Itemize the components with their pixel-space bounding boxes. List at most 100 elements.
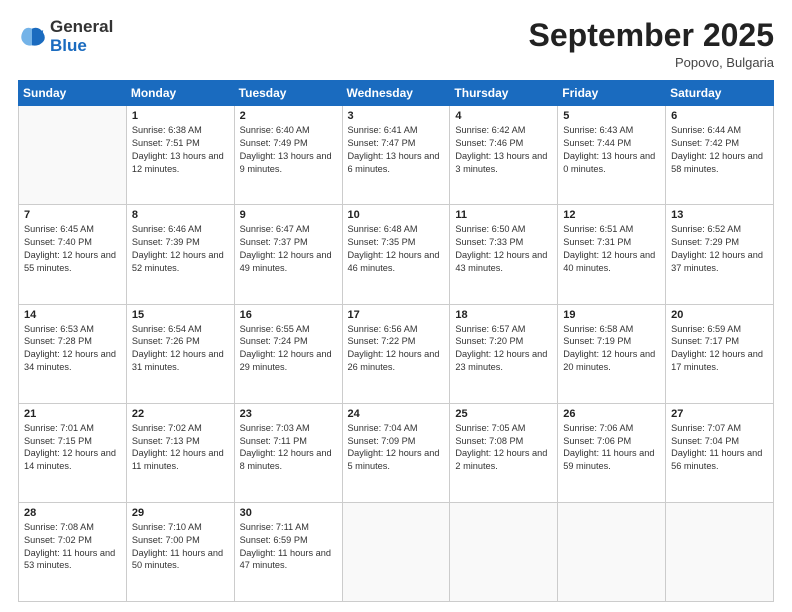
day-number: 18	[455, 309, 552, 321]
day-number: 29	[132, 507, 229, 519]
location: Popovo, Bulgaria	[529, 55, 774, 70]
day-info: Sunrise: 6:51 AMSunset: 7:31 PMDaylight:…	[563, 223, 660, 275]
day-info: Sunrise: 6:47 AMSunset: 7:37 PMDaylight:…	[240, 223, 337, 275]
calendar-week-4: 21 Sunrise: 7:01 AMSunset: 7:15 PMDayligh…	[19, 403, 774, 502]
calendar-cell: 6Sunrise: 6:44 AMSunset: 7:42 PMDaylight…	[666, 106, 774, 205]
day-info: Sunrise: 6:59 AMSunset: 7:17 PMDaylight:…	[671, 323, 768, 375]
calendar-cell	[19, 106, 127, 205]
calendar-cell: 18 Sunrise: 6:57 AMSunset: 7:20 PMDayligh…	[450, 304, 558, 403]
day-info: Sunrise: 6:56 AMSunset: 7:22 PMDaylight:…	[348, 323, 445, 375]
day-info: Sunrise: 7:01 AMSunset: 7:15 PMDaylight:…	[24, 422, 121, 474]
calendar-cell: 26Sunrise: 7:06 AMSunset: 7:06 PMDayligh…	[558, 403, 666, 502]
day-info: Sunrise: 7:10 AMSunset: 7:00 PMDaylight:…	[132, 521, 229, 573]
day-info: Sunrise: 6:43 AMSunset: 7:44 PMDaylight:…	[563, 124, 660, 176]
day-number: 6	[671, 110, 768, 122]
day-number: 21	[24, 408, 121, 420]
day-info: Sunrise: 6:48 AMSunset: 7:35 PMDaylight:…	[348, 223, 445, 275]
day-number: 20	[671, 309, 768, 321]
page-container: General Blue September 2025 Popovo, Bulg…	[0, 0, 792, 612]
calendar-cell: 3 Sunrise: 6:41 AMSunset: 7:47 PMDaylight…	[342, 106, 450, 205]
day-info: Sunrise: 6:54 AMSunset: 7:26 PMDaylight:…	[132, 323, 229, 375]
logo-general: General	[50, 17, 113, 36]
day-info: Sunrise: 6:58 AMSunset: 7:19 PMDaylight:…	[563, 323, 660, 375]
calendar-cell: 24 Sunrise: 7:04 AMSunset: 7:09 PMDayligh…	[342, 403, 450, 502]
calendar-cell: 2 Sunrise: 6:40 AMSunset: 7:49 PMDaylight…	[234, 106, 342, 205]
day-number: 1	[132, 110, 229, 122]
day-number: 7	[24, 209, 121, 221]
column-header-thursday: Thursday	[450, 81, 558, 106]
logo-text: General Blue	[50, 18, 113, 55]
calendar-cell: 29 Sunrise: 7:10 AMSunset: 7:00 PMDayligh…	[126, 502, 234, 601]
day-number: 8	[132, 209, 229, 221]
logo-blue: Blue	[50, 36, 87, 55]
day-number: 2	[240, 110, 337, 122]
calendar-cell: 17 Sunrise: 6:56 AMSunset: 7:22 PMDayligh…	[342, 304, 450, 403]
day-number: 30	[240, 507, 337, 519]
day-info: Sunrise: 6:45 AMSunset: 7:40 PMDaylight:…	[24, 223, 121, 275]
calendar-cell: 23Sunrise: 7:03 AMSunset: 7:11 PMDayligh…	[234, 403, 342, 502]
day-number: 10	[348, 209, 445, 221]
calendar-cell: 25 Sunrise: 7:05 AMSunset: 7:08 PMDayligh…	[450, 403, 558, 502]
day-info: Sunrise: 6:46 AMSunset: 7:39 PMDaylight:…	[132, 223, 229, 275]
calendar-cell: 9Sunrise: 6:47 AMSunset: 7:37 PMDaylight…	[234, 205, 342, 304]
day-info: Sunrise: 6:52 AMSunset: 7:29 PMDaylight:…	[671, 223, 768, 275]
calendar-cell: 13Sunrise: 6:52 AMSunset: 7:29 PMDayligh…	[666, 205, 774, 304]
calendar-cell: 14Sunrise: 6:53 AMSunset: 7:28 PMDayligh…	[19, 304, 127, 403]
logo-icon	[18, 23, 46, 51]
day-info: Sunrise: 7:04 AMSunset: 7:09 PMDaylight:…	[348, 422, 445, 474]
calendar-cell: 7 Sunrise: 6:45 AMSunset: 7:40 PMDaylight…	[19, 205, 127, 304]
day-info: Sunrise: 6:50 AMSunset: 7:33 PMDaylight:…	[455, 223, 552, 275]
day-info: Sunrise: 7:11 AMSunset: 6:59 PMDaylight:…	[240, 521, 337, 573]
day-number: 25	[455, 408, 552, 420]
calendar-cell	[558, 502, 666, 601]
day-number: 12	[563, 209, 660, 221]
header: General Blue September 2025 Popovo, Bulg…	[18, 18, 774, 70]
calendar-table: SundayMondayTuesdayWednesdayThursdayFrid…	[18, 80, 774, 602]
calendar-cell: 5Sunrise: 6:43 AMSunset: 7:44 PMDaylight…	[558, 106, 666, 205]
day-number: 28	[24, 507, 121, 519]
day-info: Sunrise: 7:02 AMSunset: 7:13 PMDaylight:…	[132, 422, 229, 474]
day-number: 4	[455, 110, 552, 122]
calendar-cell: 10 Sunrise: 6:48 AMSunset: 7:35 PMDayligh…	[342, 205, 450, 304]
day-number: 17	[348, 309, 445, 321]
day-number: 27	[671, 408, 768, 420]
calendar-cell	[450, 502, 558, 601]
day-info: Sunrise: 6:53 AMSunset: 7:28 PMDaylight:…	[24, 323, 121, 375]
calendar-cell: 8 Sunrise: 6:46 AMSunset: 7:39 PMDaylight…	[126, 205, 234, 304]
day-info: Sunrise: 6:57 AMSunset: 7:20 PMDaylight:…	[455, 323, 552, 375]
column-header-monday: Monday	[126, 81, 234, 106]
day-number: 23	[240, 408, 337, 420]
day-info: Sunrise: 6:41 AMSunset: 7:47 PMDaylight:…	[348, 124, 445, 176]
day-number: 3	[348, 110, 445, 122]
column-header-sunday: Sunday	[19, 81, 127, 106]
day-info: Sunrise: 7:08 AMSunset: 7:02 PMDaylight:…	[24, 521, 121, 573]
logo: General Blue	[18, 18, 113, 55]
calendar-week-2: 7 Sunrise: 6:45 AMSunset: 7:40 PMDaylight…	[19, 205, 774, 304]
day-info: Sunrise: 6:55 AMSunset: 7:24 PMDaylight:…	[240, 323, 337, 375]
calendar-cell	[342, 502, 450, 601]
calendar-cell: 28 Sunrise: 7:08 AMSunset: 7:02 PMDayligh…	[19, 502, 127, 601]
day-info: Sunrise: 7:07 AMSunset: 7:04 PMDaylight:…	[671, 422, 768, 474]
calendar-week-3: 14Sunrise: 6:53 AMSunset: 7:28 PMDayligh…	[19, 304, 774, 403]
calendar-cell: 22Sunrise: 7:02 AMSunset: 7:13 PMDayligh…	[126, 403, 234, 502]
column-header-friday: Friday	[558, 81, 666, 106]
calendar-cell: 12 Sunrise: 6:51 AMSunset: 7:31 PMDayligh…	[558, 205, 666, 304]
day-info: Sunrise: 6:40 AMSunset: 7:49 PMDaylight:…	[240, 124, 337, 176]
calendar-cell	[666, 502, 774, 601]
calendar-cell: 1Sunrise: 6:38 AMSunset: 7:51 PMDaylight…	[126, 106, 234, 205]
day-number: 19	[563, 309, 660, 321]
day-number: 15	[132, 309, 229, 321]
column-header-wednesday: Wednesday	[342, 81, 450, 106]
calendar-cell: 16 Sunrise: 6:55 AMSunset: 7:24 PMDayligh…	[234, 304, 342, 403]
calendar-cell: 21 Sunrise: 7:01 AMSunset: 7:15 PMDayligh…	[19, 403, 127, 502]
day-info: Sunrise: 6:42 AMSunset: 7:46 PMDaylight:…	[455, 124, 552, 176]
calendar-cell: 20 Sunrise: 6:59 AMSunset: 7:17 PMDayligh…	[666, 304, 774, 403]
calendar-week-5: 28 Sunrise: 7:08 AMSunset: 7:02 PMDayligh…	[19, 502, 774, 601]
calendar-cell: 15 Sunrise: 6:54 AMSunset: 7:26 PMDayligh…	[126, 304, 234, 403]
calendar-cell: 11Sunrise: 6:50 AMSunset: 7:33 PMDayligh…	[450, 205, 558, 304]
day-number: 24	[348, 408, 445, 420]
title-block: September 2025 Popovo, Bulgaria	[529, 18, 774, 70]
day-number: 26	[563, 408, 660, 420]
day-number: 16	[240, 309, 337, 321]
day-info: Sunrise: 7:05 AMSunset: 7:08 PMDaylight:…	[455, 422, 552, 474]
